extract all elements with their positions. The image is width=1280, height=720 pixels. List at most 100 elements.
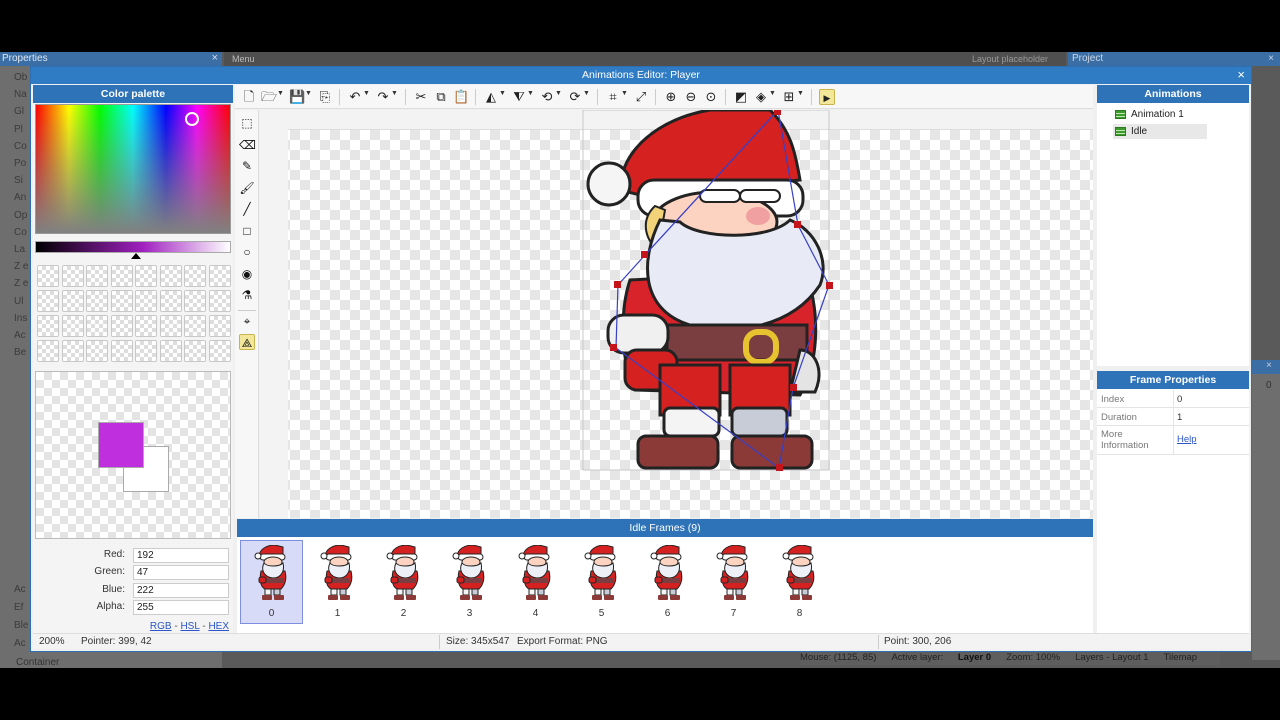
frame-thumb-7[interactable]: 7 xyxy=(702,540,765,624)
save-icon[interactable]: 💾 xyxy=(289,89,305,105)
color-spectrum[interactable] xyxy=(35,104,231,234)
menu-label[interactable]: Menu xyxy=(232,54,255,64)
export-icon[interactable]: ⎘ xyxy=(317,89,333,105)
frame-thumb-0[interactable]: 0 xyxy=(240,540,303,624)
animation-item-animation-1[interactable]: Animation 1 xyxy=(1113,107,1207,122)
paste-icon[interactable]: 📋 xyxy=(453,89,469,105)
empty-swatch[interactable] xyxy=(86,340,108,362)
close-icon[interactable]: × xyxy=(1237,67,1245,83)
empty-swatch[interactable] xyxy=(159,340,182,362)
undo-icon[interactable]: ↶ xyxy=(347,89,363,105)
chevron-down-icon[interactable]: ▼ xyxy=(621,90,628,97)
empty-swatch[interactable] xyxy=(208,290,231,312)
alpha-input[interactable] xyxy=(133,599,229,615)
blue-input[interactable] xyxy=(133,582,229,598)
green-input[interactable] xyxy=(133,565,229,581)
collision-point[interactable] xyxy=(776,464,783,471)
zoom-in-icon[interactable]: ⊕ xyxy=(663,89,679,105)
chevron-down-icon[interactable]: ▼ xyxy=(363,90,370,97)
sprite-artwork[interactable] xyxy=(260,110,1093,518)
empty-swatch[interactable] xyxy=(61,340,84,362)
color-picker-handle[interactable] xyxy=(185,112,199,126)
empty-swatch[interactable] xyxy=(61,265,84,287)
empty-swatch[interactable] xyxy=(110,290,133,312)
empty-swatch[interactable] xyxy=(208,340,231,362)
collision-point[interactable] xyxy=(794,221,801,228)
help-link[interactable]: Help xyxy=(1177,434,1197,445)
project-close-icon[interactable]: × xyxy=(1268,53,1274,64)
chevron-down-icon[interactable]: ▼ xyxy=(305,90,312,97)
bg-tab-layers[interactable]: Layers - Layout 1 xyxy=(1075,652,1148,663)
origin-icon[interactable]: ⌖ xyxy=(239,313,255,329)
collision-point[interactable] xyxy=(774,110,781,115)
zoom-out-icon[interactable]: ⊖ xyxy=(683,89,699,105)
empty-swatch[interactable] xyxy=(184,315,206,337)
collision-point[interactable] xyxy=(826,282,833,289)
frame-thumb-8[interactable]: 8 xyxy=(768,540,831,624)
luminance-slider[interactable] xyxy=(35,241,231,253)
empty-swatch[interactable] xyxy=(184,290,206,312)
hex-link[interactable]: HEX xyxy=(208,621,229,632)
chevron-down-icon[interactable]: ▼ xyxy=(391,90,398,97)
collision-point[interactable] xyxy=(610,344,617,351)
empty-swatch[interactable] xyxy=(37,290,59,312)
empty-swatch[interactable] xyxy=(86,315,108,337)
chevron-down-icon[interactable]: ▼ xyxy=(583,90,590,97)
chevron-down-icon[interactable]: ▼ xyxy=(797,90,804,97)
empty-swatch[interactable] xyxy=(135,340,157,362)
brush-icon[interactable]: 🖌 xyxy=(239,180,255,196)
ellipse-icon[interactable]: ○ xyxy=(239,244,255,260)
hsl-link[interactable]: HSL xyxy=(180,621,199,632)
empty-swatch[interactable] xyxy=(61,290,84,312)
chevron-down-icon[interactable]: ▼ xyxy=(769,90,776,97)
empty-swatch[interactable] xyxy=(208,315,231,337)
red-input[interactable] xyxy=(133,548,229,563)
animation-item-idle[interactable]: Idle xyxy=(1113,124,1207,139)
flip-vertical-icon[interactable]: ⧨ xyxy=(511,89,527,105)
open-icon[interactable]: 🗁 xyxy=(261,89,277,105)
redo-icon[interactable]: ↷ xyxy=(375,89,391,105)
frame-thumb-1[interactable]: 1 xyxy=(306,540,369,624)
empty-swatch[interactable] xyxy=(86,290,108,312)
empty-swatch[interactable] xyxy=(135,290,157,312)
fill-icon[interactable]: ◉ xyxy=(239,266,255,282)
empty-swatch[interactable] xyxy=(110,340,133,362)
chevron-down-icon[interactable]: ▼ xyxy=(277,90,284,97)
empty-swatch[interactable] xyxy=(208,265,231,287)
select-rect-icon[interactable]: ⬚ xyxy=(239,115,255,131)
empty-swatch[interactable] xyxy=(110,315,133,337)
collision-polygon-icon[interactable]: ⟁ xyxy=(239,334,255,350)
chevron-down-icon[interactable]: ▼ xyxy=(527,90,534,97)
pencil-icon[interactable]: ✎ xyxy=(239,158,255,174)
color-mode-icon[interactable]: ◩ xyxy=(733,89,749,105)
empty-swatch[interactable] xyxy=(37,315,59,337)
empty-swatch[interactable] xyxy=(159,290,182,312)
flip-horizontal-icon[interactable]: ◭ xyxy=(483,89,499,105)
luminance-slider-marker[interactable] xyxy=(131,253,141,259)
bg-tab-tilemap[interactable]: Tilemap xyxy=(1164,652,1197,663)
cut-icon[interactable]: ✂ xyxy=(413,89,429,105)
image-canvas[interactable] xyxy=(260,110,1093,518)
collision-point[interactable] xyxy=(790,384,797,391)
rotate-cw-icon[interactable]: ⟳ xyxy=(567,89,583,105)
zoom-reset-icon[interactable]: ⊙ xyxy=(703,89,719,105)
chevron-down-icon[interactable]: ▼ xyxy=(499,90,506,97)
empty-swatch[interactable] xyxy=(110,265,133,287)
empty-swatch[interactable] xyxy=(159,315,182,337)
resize-icon[interactable]: ⤢ xyxy=(633,89,649,105)
layers-icon[interactable]: ◈ xyxy=(753,89,769,105)
empty-swatch[interactable] xyxy=(135,315,157,337)
empty-swatch[interactable] xyxy=(37,265,59,287)
primary-color-swatch[interactable] xyxy=(98,422,144,468)
new-icon[interactable]: 🗋 xyxy=(241,89,257,105)
crop-icon[interactable]: ⌗ xyxy=(605,89,621,105)
empty-swatch[interactable] xyxy=(86,265,108,287)
rgb-link[interactable]: RGB xyxy=(150,621,172,632)
right-panel-close-icon[interactable]: × xyxy=(1266,360,1272,371)
frame-thumb-4[interactable]: 4 xyxy=(504,540,567,624)
eyedropper-icon[interactable]: ⚗ xyxy=(239,287,255,303)
empty-swatch[interactable] xyxy=(135,265,157,287)
empty-swatch[interactable] xyxy=(37,340,59,362)
preview-icon[interactable]: ▶ xyxy=(819,89,835,105)
chevron-down-icon[interactable]: ▼ xyxy=(555,90,562,97)
